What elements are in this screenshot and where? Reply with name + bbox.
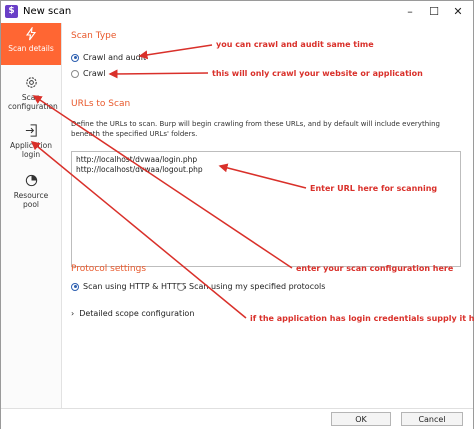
sidebar: Scan details Scan configuration Applicat…	[1, 23, 62, 408]
urls-description: Define the URLs to scan. Burp will begin…	[71, 120, 440, 138]
dialog-footer: OK Cancel	[1, 408, 473, 429]
pie-icon	[25, 174, 37, 187]
scan-details-panel: Scan Type Crawl and audit Crawl URLs to …	[63, 23, 471, 408]
url-textarea[interactable]: http://localhost/dvwaa/login.php http://…	[71, 151, 461, 267]
chevron-right-icon: ›	[71, 309, 75, 318]
sidebar-item-label: Scan configuration	[8, 93, 58, 111]
annotation-crawl-only: this will only crawl your website or app…	[212, 69, 423, 78]
sidebar-item-resource-pool[interactable]: Resource pool	[1, 173, 61, 209]
annotation-crawl-audit: you can crawl and audit same time	[216, 40, 374, 49]
bolt-icon	[25, 27, 37, 41]
annotation-enter-url: Enter URL here for scanning	[310, 184, 438, 193]
radio-button[interactable]	[71, 69, 79, 78]
sidebar-item-label: Scan details	[8, 44, 54, 53]
minimize-button[interactable]: –	[401, 4, 419, 20]
radio-http-https[interactable]: Scan using HTTP & HTTPS	[71, 282, 187, 291]
radio-crawl[interactable]: Crawl	[71, 69, 106, 78]
radio-label: Scan using HTTP & HTTPS	[83, 282, 187, 291]
radio-label: Crawl and audit	[83, 53, 147, 62]
urls-to-scan-title: URLs to Scan	[71, 99, 131, 109]
maximize-button[interactable]: ☐	[425, 4, 443, 20]
radio-button[interactable]	[177, 282, 185, 291]
sidebar-item-label: Resource pool	[13, 191, 49, 209]
scan-type-title: Scan Type	[71, 31, 117, 41]
annotation-enter-config: enter your scan configuration here	[296, 264, 454, 273]
detailed-scope-label: Detailed scope configuration	[79, 309, 195, 318]
annotation-login: if the application has login credentials…	[250, 314, 474, 323]
window-title: New scan	[23, 6, 72, 17]
radio-crawl-and-audit[interactable]: Crawl and audit	[71, 53, 146, 62]
ok-button[interactable]: OK	[331, 412, 391, 426]
sidebar-item-label: Application login	[10, 141, 52, 159]
url-entry: http://localhost/dvwaa/login.php	[76, 155, 198, 164]
sidebar-item-application-login[interactable]: Application login	[1, 123, 61, 159]
radio-label: Scan using my specified protocols	[189, 282, 326, 291]
radio-button[interactable]	[71, 282, 79, 291]
detailed-scope-toggle[interactable]: › Detailed scope configuration	[71, 309, 194, 318]
burp-app-icon: $	[5, 5, 18, 18]
title-bar: $ New scan – ☐ ✕	[1, 1, 473, 23]
sidebar-item-scan-configuration[interactable]: Scan configuration	[1, 75, 61, 111]
sidebar-item-scan-details[interactable]: Scan details	[1, 23, 61, 65]
gear-icon	[25, 77, 37, 88]
cancel-button[interactable]: Cancel	[401, 412, 463, 426]
login-icon	[25, 124, 37, 137]
radio-specified-protocols[interactable]: Scan using my specified protocols	[177, 282, 325, 291]
new-scan-window: $ New scan – ☐ ✕ Scan details Scan confi…	[0, 0, 474, 429]
close-button[interactable]: ✕	[449, 4, 467, 20]
url-entry: http://localhost/dvwaa/logout.php	[76, 165, 203, 174]
protocol-settings-title: Protocol settings	[71, 264, 147, 274]
radio-label: Crawl	[83, 69, 106, 78]
radio-button[interactable]	[71, 53, 79, 62]
